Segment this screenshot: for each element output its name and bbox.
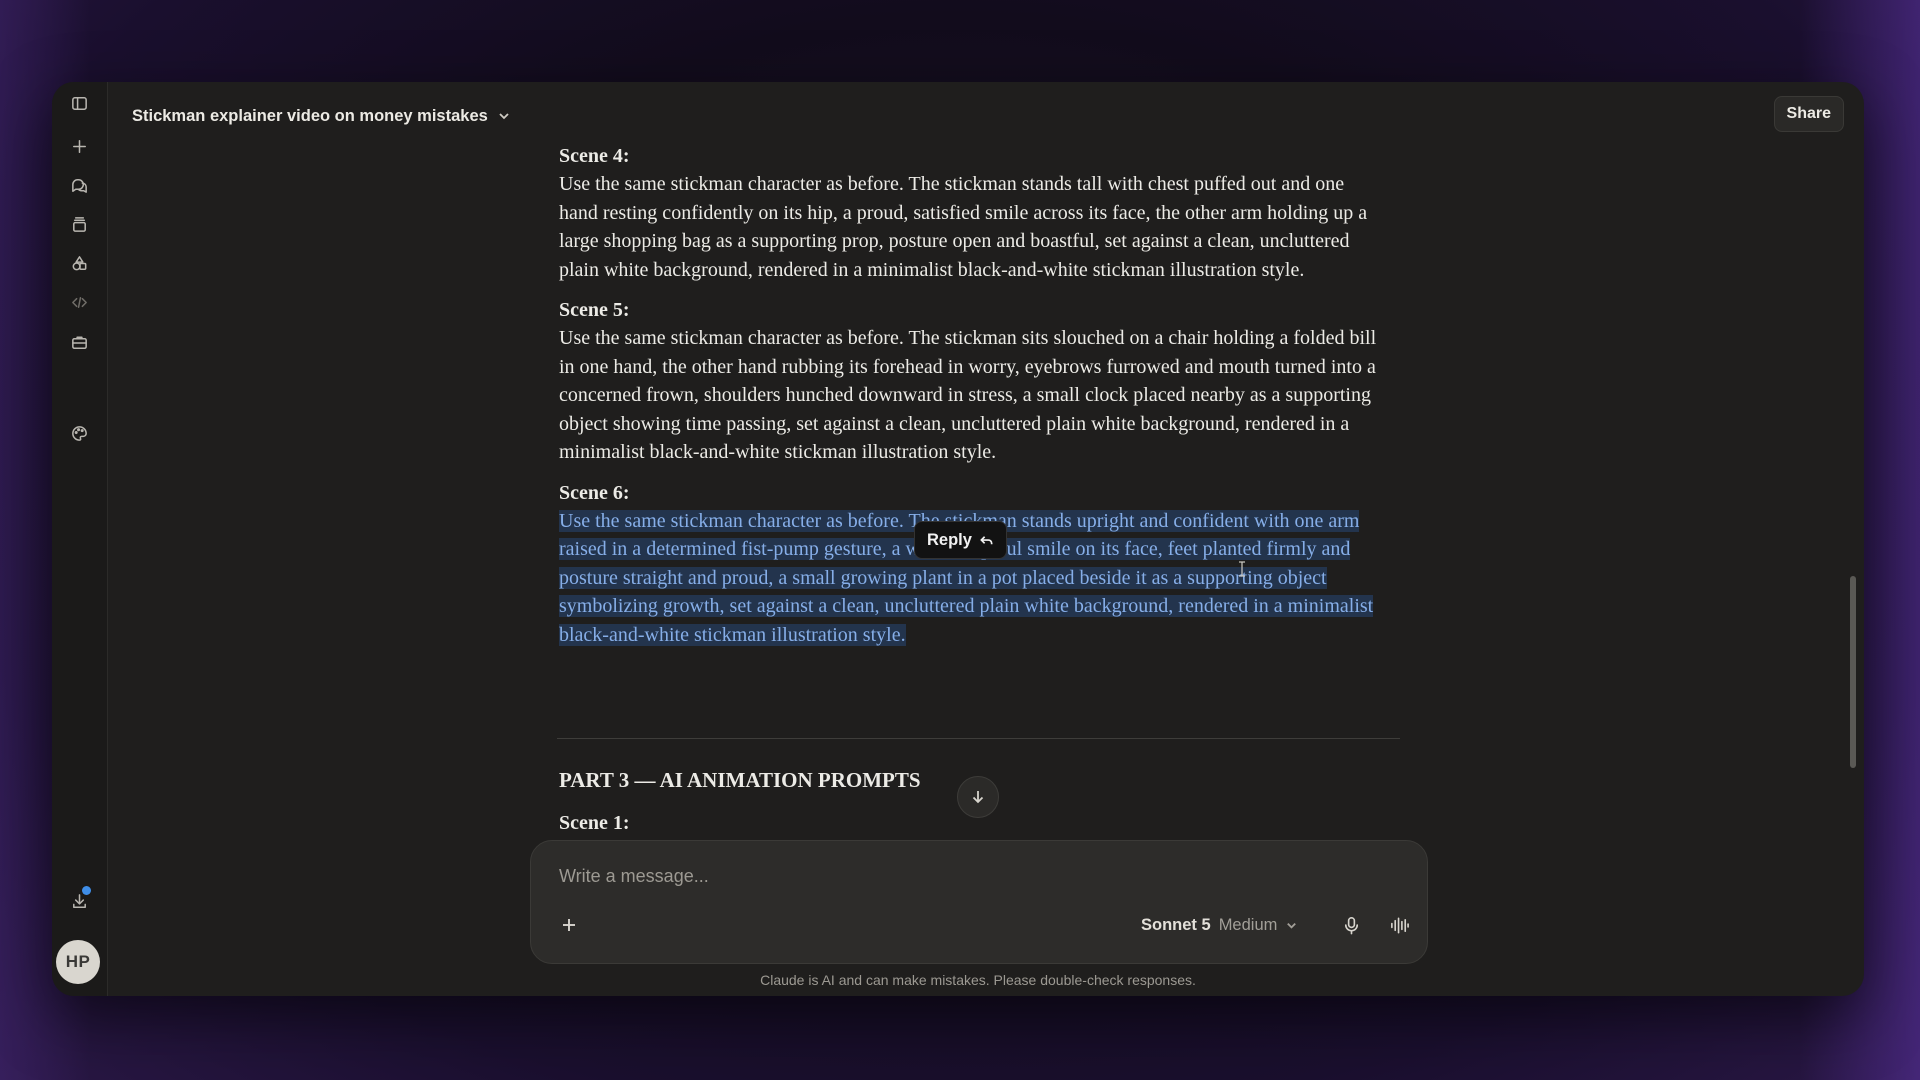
palette-icon[interactable] (66, 420, 92, 446)
scene-block: Scene 5: Use the same stickman character… (559, 296, 1419, 467)
share-button[interactable]: Share (1773, 96, 1844, 132)
scene-heading: Scene 4: (559, 145, 630, 167)
artifacts-icon[interactable] (66, 250, 92, 276)
scrollbar-thumb[interactable] (1850, 576, 1856, 768)
plus-icon (563, 919, 575, 931)
add-attachment-button[interactable] (557, 913, 581, 937)
scene-heading: Scene 5: (559, 299, 630, 321)
model-name: Sonnet 5 (1141, 915, 1211, 934)
model-selector[interactable]: Sonnet 5 Medium (1141, 913, 1298, 937)
scene-block: Scene 6: Use the same stickman character… (559, 479, 1419, 650)
sidebar-toggle-icon[interactable] (66, 90, 92, 116)
text-cursor-icon (1238, 561, 1246, 577)
scene-text: Use the same stickman character as befor… (559, 327, 1377, 463)
message-composer: Sonnet 5 Medium (530, 840, 1428, 964)
message-content: Scene 4: Use the same stickman character… (559, 142, 1419, 661)
chevron-down-icon (1287, 922, 1297, 929)
disclaimer-text: Claude is AI and can make mistakes. Plea… (760, 972, 1196, 988)
projects-icon[interactable] (66, 211, 92, 237)
reply-button[interactable]: Reply (914, 521, 1007, 559)
chevron-down-icon (499, 113, 509, 120)
microphone-icon (1344, 916, 1358, 934)
scene-text: Use the same stickman character as befor… (559, 173, 1368, 281)
briefcase-icon[interactable] (66, 329, 92, 355)
new-chat-icon[interactable] (66, 133, 92, 159)
scroll-to-bottom-button[interactable] (957, 776, 999, 818)
download-icon[interactable] (66, 886, 92, 914)
model-effort: Medium (1218, 915, 1278, 934)
code-icon[interactable] (66, 289, 92, 315)
conversation-title: Stickman explainer video on money mistak… (132, 106, 488, 125)
voice-waveform-icon (1390, 917, 1409, 933)
part-heading: PART 3 — AI ANIMATION PROMPTS (559, 768, 921, 792)
conversation-title-menu[interactable]: Stickman explainer video on money mistak… (132, 96, 512, 136)
chats-icon[interactable] (66, 172, 92, 198)
app-window: HP Stickman explainer video on money mis… (52, 82, 1864, 996)
message-input[interactable] (557, 865, 1381, 888)
reply-arrow-icon (980, 535, 993, 544)
arrow-down-icon (972, 791, 984, 804)
microphone-button[interactable] (1337, 911, 1365, 939)
sidebar: HP (52, 82, 108, 996)
reply-label: Reply (927, 530, 972, 549)
voice-mode-button[interactable] (1385, 911, 1413, 939)
scene-heading: Scene 1: (559, 812, 630, 834)
scene-block: Scene 4: Use the same stickman character… (559, 142, 1419, 284)
scene-heading: Scene 6: (559, 481, 630, 504)
section-divider (557, 738, 1400, 739)
notification-dot (82, 886, 91, 895)
